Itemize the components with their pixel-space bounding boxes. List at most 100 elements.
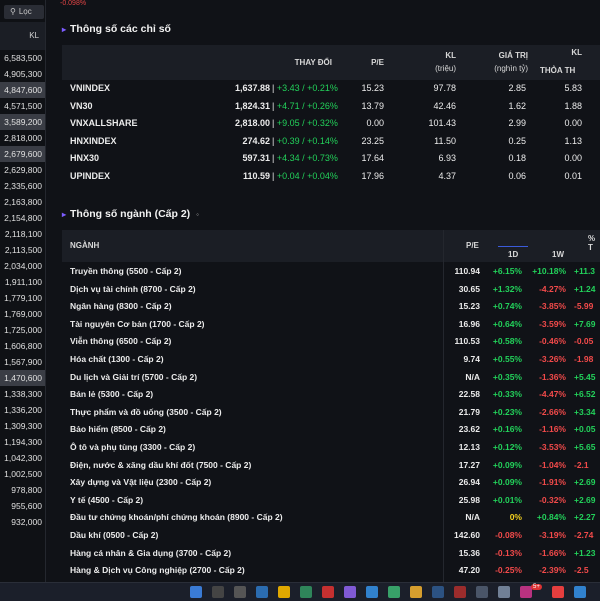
app-icon[interactable]	[366, 586, 378, 598]
index-row[interactable]: VN30 1,824.31 | +4.71 / +0.26% 13.79 42.46 1.…	[62, 98, 600, 115]
kl-value: 1,042,300	[4, 453, 42, 463]
sector-row[interactable]: Truyền thông (5500 - Cấp 2) 110.94 +6.15% +…	[62, 263, 600, 281]
sector-row[interactable]: Xây dựng và Vật liệu (2300 - Cấp 2) 26.94…	[62, 474, 600, 492]
app-icon[interactable]	[552, 586, 564, 598]
header-matched[interactable]: THỎA TH	[540, 66, 600, 75]
index-pe: 23.25	[361, 135, 384, 146]
header-change[interactable]: THAY ĐỔI	[292, 58, 332, 67]
kl-column-header[interactable]: KL	[0, 22, 45, 50]
kl-value: 1,725,000	[4, 325, 42, 335]
index-name: HNX30	[70, 153, 100, 163]
start-icon[interactable]	[190, 586, 202, 598]
sector-1w: -3.59%	[539, 318, 566, 329]
sector-1m: -0.05	[574, 336, 594, 347]
sector-row[interactable]: Viễn thông (6500 - Cấp 2) 110.53 +0.58% -0.…	[62, 333, 600, 351]
app-icon[interactable]	[574, 586, 586, 598]
kl-value: 2,118,100	[4, 229, 42, 239]
sector-1m: +2.27	[574, 512, 596, 523]
header-sector-pe[interactable]: P/E	[466, 241, 479, 250]
folder-icon[interactable]	[278, 586, 290, 598]
sectors-section-title: ▸ Thông số ngành (Cấp 2) ◦	[62, 208, 199, 220]
kl-value: 2,163,800	[4, 197, 42, 207]
sector-row[interactable]: Ngân hàng (8300 - Cấp 2) 15.23 +0.74% -3.85…	[62, 298, 600, 316]
filter-button[interactable]: ⚲ Lọc	[4, 5, 44, 19]
change-value: +0.39 / +0.14%	[276, 135, 338, 146]
app-icon[interactable]	[454, 586, 466, 598]
sector-row[interactable]: Dịch vụ tài chính (8700 - Cấp 2) 30.65 +1.…	[62, 281, 600, 299]
sector-row[interactable]: Dầu khí (0500 - Cấp 2) 142.60 -0.08% -3.19%…	[62, 527, 600, 545]
index-row[interactable]: VNXALLSHARE 2,818.00 | +9.05 / +0.32% 0.00 1…	[62, 115, 600, 132]
sector-row[interactable]: Bảo hiểm (8500 - Cấp 2) 23.62 +0.16% -1.16%…	[62, 421, 600, 439]
sector-name: Dầu khí (0500 - Cấp 2)	[70, 530, 159, 540]
app-icon[interactable]	[300, 586, 312, 598]
sector-1w: +10.18%	[532, 266, 566, 276]
sector-1d: +0.16%	[492, 424, 522, 435]
sector-row[interactable]: Hàng cá nhân & Gia dụng (3700 - Cấp 2) 15…	[62, 545, 600, 563]
app-icon[interactable]	[256, 586, 268, 598]
sector-1m: -2.74	[574, 530, 594, 540]
header-kl[interactable]: KL	[412, 51, 456, 60]
header-sector-name[interactable]: NGÀNH	[70, 241, 99, 250]
sector-1m: +1.23	[574, 547, 596, 558]
info-icon[interactable]: ◦	[196, 210, 199, 219]
header-1w[interactable]: 1W	[552, 250, 564, 259]
sector-name: Điện, nước & xăng dầu khí đốt (7500 - Cấ…	[70, 459, 252, 470]
sector-row[interactable]: Thực phẩm và đồ uống (3500 - Cấp 2) 21.79…	[62, 404, 600, 422]
kl-value: 978,800	[11, 485, 42, 495]
sector-1w: -0.32%	[539, 494, 566, 505]
app-icon[interactable]	[388, 586, 400, 598]
app-icon[interactable]	[432, 586, 444, 598]
sector-1d: +0.01%	[492, 494, 522, 505]
sector-pe: 12.13	[458, 442, 480, 452]
sector-row[interactable]: Điện, nước & xăng dầu khí đốt (7500 - Cấ…	[62, 457, 600, 475]
kl-value: 1,194,300	[4, 437, 42, 447]
section-marker-icon: ▸	[62, 25, 67, 34]
app-icon[interactable]	[410, 586, 422, 598]
sector-1w: -4.27%	[539, 283, 566, 294]
index-pe: 13.79	[361, 100, 384, 111]
header-pe[interactable]: P/E	[362, 58, 384, 67]
sector-row[interactable]: Tài nguyên Cơ bản (1700 - Cấp 2) 16.96 +0.…	[62, 316, 600, 334]
app-icon[interactable]	[498, 586, 510, 598]
index-name: VN30	[70, 100, 93, 111]
search-icon[interactable]	[212, 586, 224, 598]
app-icon[interactable]	[322, 586, 334, 598]
sector-1d: 0%	[509, 512, 522, 523]
sector-row[interactable]: Hàng & Dịch vụ Công nghiệp (2700 - Cấp 2…	[62, 562, 600, 580]
task-view-icon[interactable]	[234, 586, 246, 598]
sector-row[interactable]: Bán lẻ (5300 - Cấp 2) 22.58 +0.33% -4.47% +6…	[62, 386, 600, 404]
index-row[interactable]: VNINDEX 1,637.88 | +3.43 / +0.21% 15.23 97.7…	[62, 80, 600, 97]
sector-1m: +5.65	[574, 442, 596, 452]
index-price: 1,824.31	[234, 100, 270, 111]
index-row[interactable]: UPINDEX 110.59 | +0.04 / +0.04% 17.96 4.37 0.…	[62, 168, 600, 185]
sector-pe: 15.23	[458, 301, 480, 312]
sector-pe: 110.94	[454, 266, 480, 276]
sector-row[interactable]: Du lịch và Giải trí (5700 - Cấp 2) N/A +0.…	[62, 369, 600, 387]
header-1d[interactable]: 1D	[508, 250, 518, 259]
index-name: VNINDEX	[70, 83, 111, 93]
index-row[interactable]: HNX30 597.31 | +4.34 / +0.73% 17.64 6.93 0.18…	[62, 150, 600, 167]
os-taskbar: 5+	[0, 582, 600, 601]
sector-1w: +0.84%	[536, 512, 566, 523]
kl-value: 1,336,200	[4, 405, 42, 415]
sector-row[interactable]: Y tế (4500 - Cấp 2) 25.98 +0.01% -0.32% +2.6…	[62, 492, 600, 510]
header-value[interactable]: GIÁ TRỊ	[472, 51, 528, 60]
kl-value: 4,847,600	[0, 82, 45, 98]
app-icon[interactable]	[344, 586, 356, 598]
sector-row[interactable]: Hóa chất (1300 - Cấp 2) 9.74 +0.55% -3.26% -…	[62, 351, 600, 369]
sector-name: Truyền thông (5500 - Cấp 2)	[70, 266, 182, 276]
sector-row[interactable]: Đầu tư chứng khoán/phí chứng khoán (8900…	[62, 509, 600, 527]
index-price: 110.59	[242, 170, 270, 181]
sector-1w: -1.91%	[539, 477, 566, 488]
sector-1m: -2.1	[574, 459, 589, 470]
index-row[interactable]: HNXINDEX 274.62 | +0.39 / +0.14% 23.25 11.50…	[62, 133, 600, 150]
filter-icon: ⚲	[10, 7, 16, 16]
index-name: VNXALLSHARE	[70, 118, 138, 128]
section-marker-icon: ▸	[62, 210, 67, 219]
app-icon[interactable]	[476, 586, 488, 598]
sector-row[interactable]: Ô tô và phụ tùng (3300 - Cấp 2) 12.13 +0.1…	[62, 439, 600, 457]
kl-header-label: KL	[29, 31, 39, 40]
sector-1w: -3.53%	[539, 442, 566, 452]
sector-1m: +11.3	[574, 266, 596, 276]
header-kl2[interactable]: KL	[542, 48, 582, 57]
